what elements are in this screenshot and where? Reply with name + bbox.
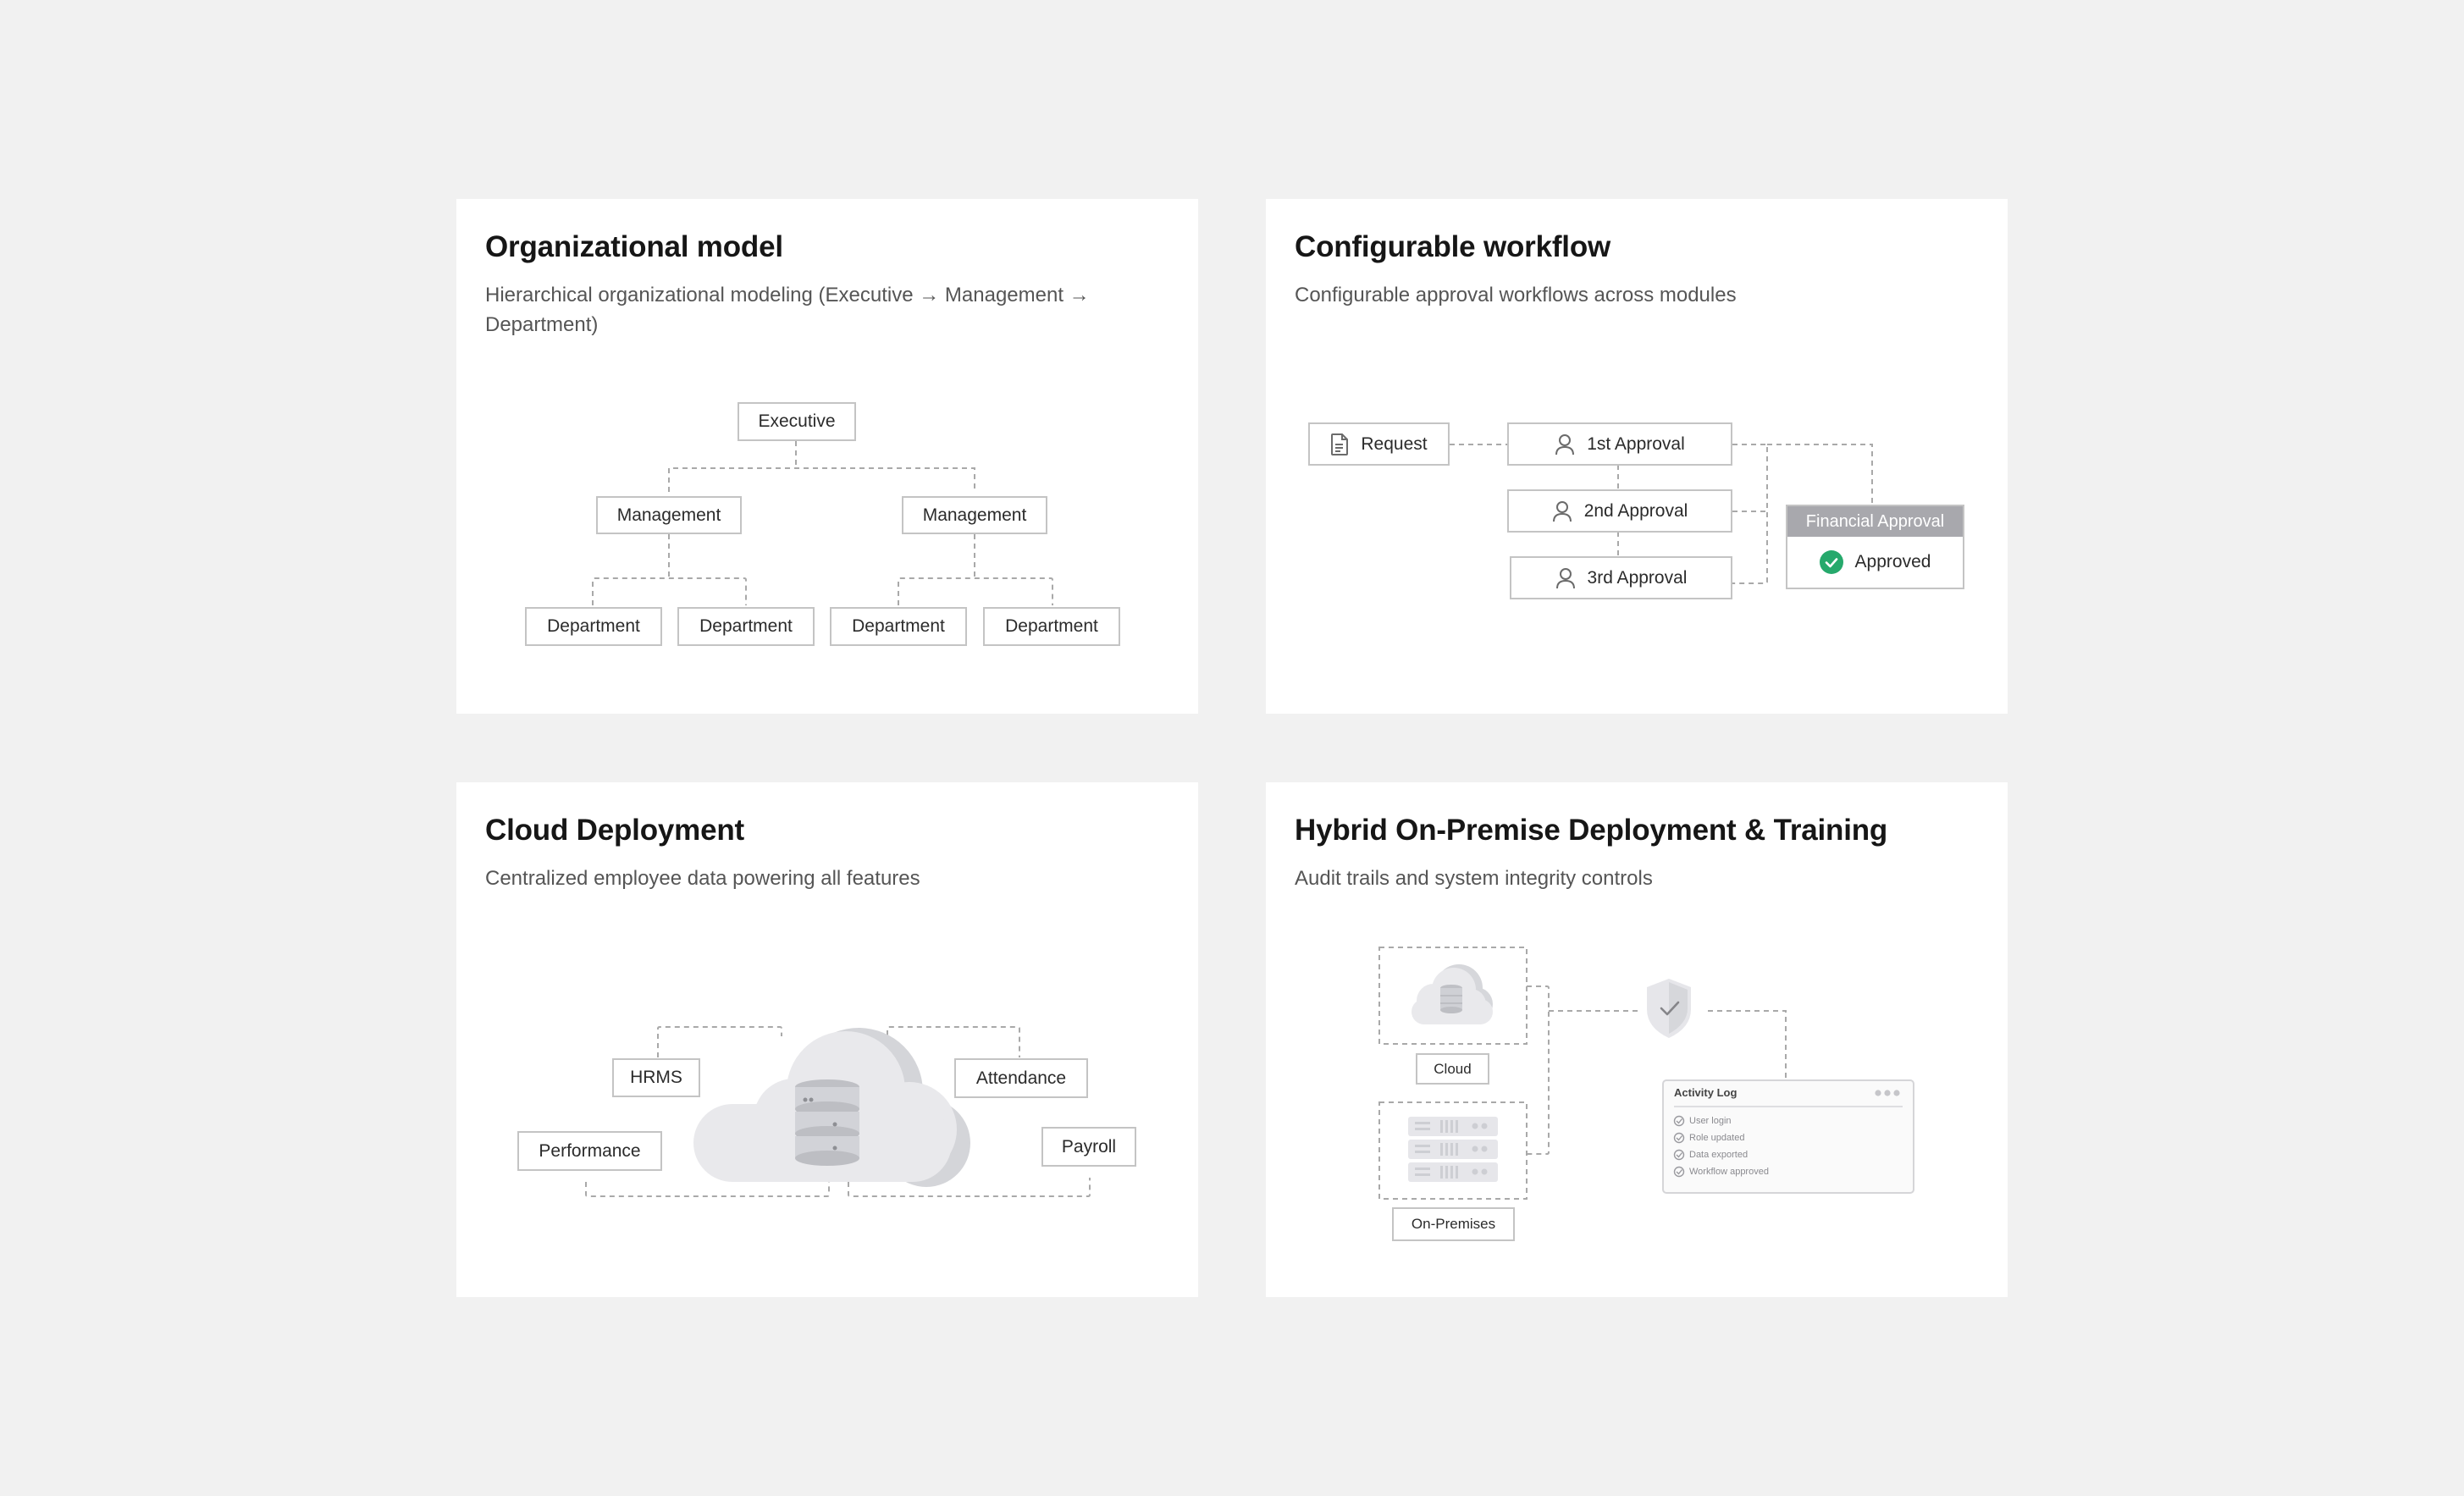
card-cloud-deployment: Cloud Deployment Centralized employee da… bbox=[456, 782, 1198, 1297]
cloud-database-icon bbox=[693, 1028, 970, 1187]
approved-status: Approved bbox=[1854, 552, 1931, 571]
node-department-2: Department bbox=[677, 607, 815, 646]
activity-log-item: Workflow approved bbox=[1689, 1167, 1769, 1177]
shield-check-icon bbox=[1647, 979, 1691, 1038]
module-performance: Performance bbox=[517, 1131, 662, 1171]
workflow-approval-3: 3rd Approval bbox=[1510, 556, 1732, 599]
financial-approval-header: Financial Approval bbox=[1787, 506, 1963, 537]
financial-approval-panel: Financial Approval Approved bbox=[1786, 505, 1964, 589]
activity-log-item: Data exported bbox=[1689, 1150, 1749, 1160]
module-payroll: Payroll bbox=[1041, 1127, 1136, 1167]
module-attendance: Attendance bbox=[954, 1058, 1088, 1098]
node-department-4: Department bbox=[983, 607, 1120, 646]
module-hrms: HRMS bbox=[612, 1058, 700, 1097]
activity-log-item: Role updated bbox=[1689, 1133, 1745, 1143]
node-department-1: Department bbox=[525, 607, 662, 646]
workflow-approval-1: 1st Approval bbox=[1507, 422, 1732, 466]
node-management-right: Management bbox=[902, 496, 1047, 534]
node-department-3: Department bbox=[830, 607, 967, 646]
workflow-approval-2: 2nd Approval bbox=[1507, 489, 1732, 533]
activity-log-title: Activity Log bbox=[1674, 1086, 1738, 1099]
node-executive: Executive bbox=[738, 402, 856, 441]
cloud-icon bbox=[1412, 964, 1493, 1024]
label-on-premises: On-Premises bbox=[1392, 1207, 1515, 1241]
card-hybrid-deployment: Hybrid On-Premise Deployment & Training … bbox=[1266, 782, 2008, 1297]
document-icon bbox=[1330, 433, 1349, 455]
card-organizational-model: Organizational model Hierarchical organi… bbox=[456, 199, 1198, 714]
check-circle-icon bbox=[1819, 550, 1843, 574]
activity-log-item: User login bbox=[1689, 1116, 1732, 1126]
card-configurable-workflow: Configurable workflow Configurable appro… bbox=[1266, 199, 2008, 714]
user-icon bbox=[1552, 500, 1572, 522]
user-icon bbox=[1555, 433, 1575, 455]
hybrid-illustration bbox=[1378, 947, 1914, 1200]
server-rack-icon bbox=[1408, 1117, 1498, 1182]
workflow-request: Request bbox=[1308, 422, 1450, 466]
label-cloud: Cloud bbox=[1416, 1053, 1489, 1085]
user-icon bbox=[1555, 567, 1576, 589]
node-management-left: Management bbox=[596, 496, 742, 534]
